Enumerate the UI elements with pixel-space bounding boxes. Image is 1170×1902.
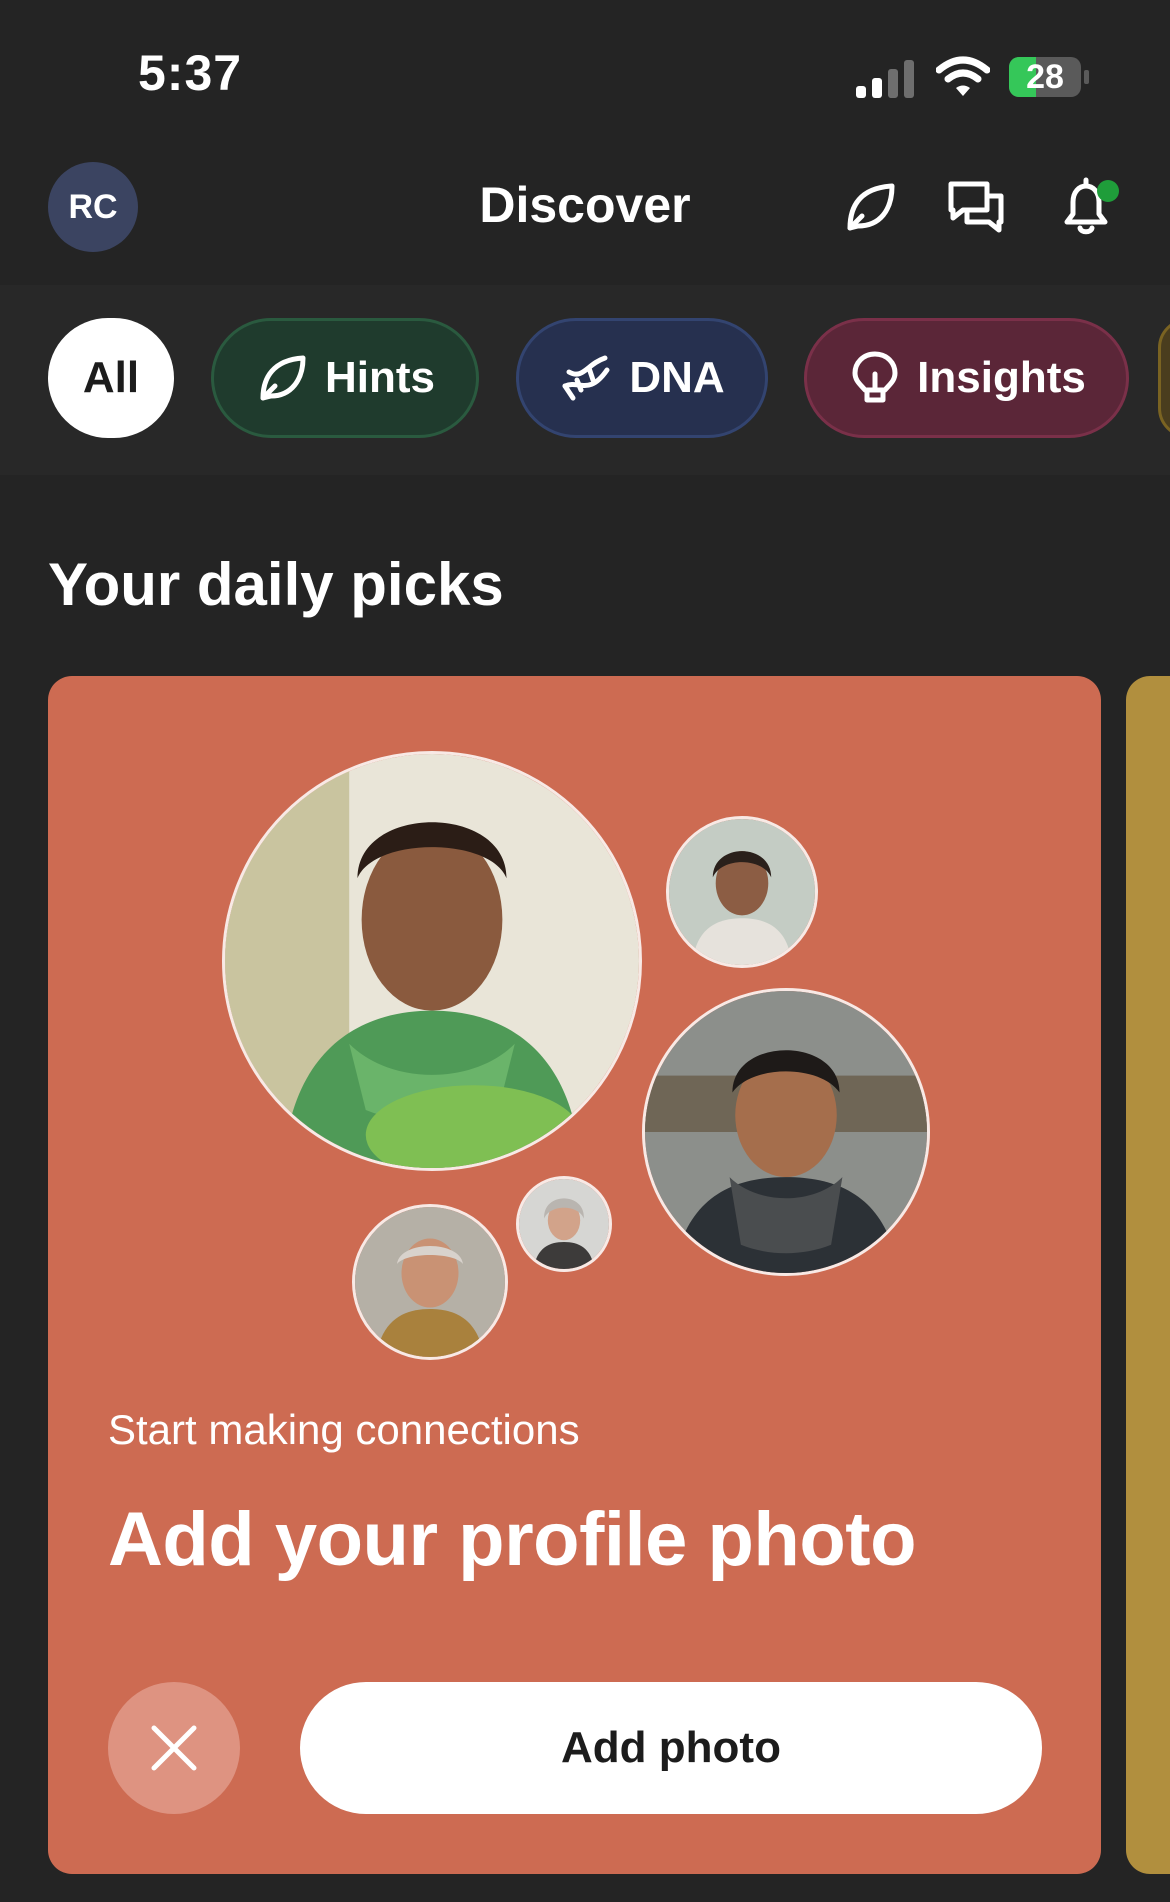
messages-icon[interactable] xyxy=(945,176,1007,238)
tab-all-label: All xyxy=(82,353,140,402)
notification-badge xyxy=(1097,180,1119,202)
hint-leaf-icon[interactable] xyxy=(840,176,902,238)
wifi-icon xyxy=(936,56,990,96)
page-title: Discover xyxy=(479,177,691,233)
lightbulb-icon xyxy=(852,351,898,403)
header: RC Discover xyxy=(0,150,1170,270)
hint-leaf-icon xyxy=(260,355,306,401)
close-icon xyxy=(151,1725,197,1771)
tab-insights[interactable]: Insights xyxy=(804,318,1129,438)
next-card-peek[interactable] xyxy=(1126,676,1170,1874)
profile-photo xyxy=(352,1204,508,1360)
tab-all[interactable]: All xyxy=(48,318,174,438)
tab-hints-label: Hints xyxy=(325,353,435,402)
filter-tabs: All Hints DNA Insights xyxy=(0,285,1170,475)
tab-dna-label: DNA xyxy=(629,353,725,402)
tab-hints[interactable]: Hints xyxy=(211,318,479,438)
status-bar: 5:37 28 xyxy=(0,0,1170,150)
profile-photo xyxy=(666,816,818,968)
card-title: Add your profile photo xyxy=(108,1497,917,1582)
status-time: 5:37 xyxy=(138,45,243,101)
profile-photo xyxy=(222,751,642,1171)
dna-icon xyxy=(562,355,610,401)
add-photo-button[interactable]: Add photo xyxy=(300,1682,1042,1814)
cellular-signal-icon xyxy=(856,60,914,98)
card-eyebrow: Start making connections xyxy=(108,1406,580,1453)
section-title: Your daily picks xyxy=(48,551,504,618)
battery-level: 28 xyxy=(1026,58,1064,96)
avatar[interactable]: RC xyxy=(48,162,138,252)
tab-insights-label: Insights xyxy=(917,353,1086,402)
profile-photo xyxy=(642,988,930,1276)
dismiss-button[interactable] xyxy=(108,1682,240,1814)
profile-photo xyxy=(516,1176,612,1272)
daily-pick-card[interactable]: Start making connections Add your profil… xyxy=(48,676,1101,1874)
tab-dna[interactable]: DNA xyxy=(516,318,768,438)
tab-overflow[interactable] xyxy=(1158,318,1170,438)
